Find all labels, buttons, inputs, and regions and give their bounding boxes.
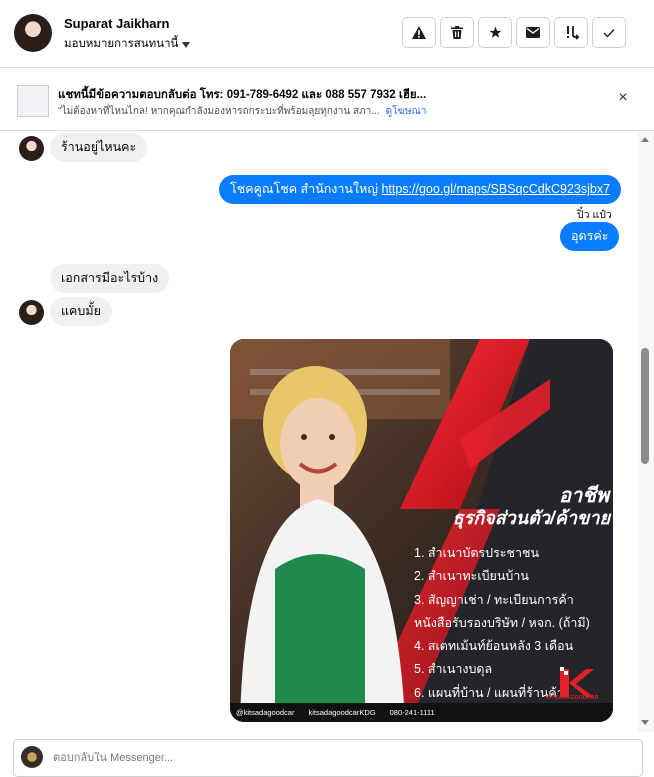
mark-done-button[interactable] bbox=[592, 17, 626, 48]
banner-title: แชทนี้มีข้อความตอบกลับต่อ โทร: 091-789-6… bbox=[58, 89, 427, 101]
view-ad-link[interactable]: ดูโฆษณา bbox=[386, 106, 427, 117]
conversation-header: Suparat Jaikharn มอบหมายการสนทนานี้ bbox=[0, 0, 654, 68]
document-item: หนังสือรับรองบริษัท / หจก. (ถ้ามี) bbox=[414, 615, 590, 630]
logo-text: KITSADAGOODCAR bbox=[546, 695, 599, 701]
contact-avatar-small bbox=[19, 300, 44, 325]
contact-avatar-small bbox=[19, 136, 44, 161]
delete-button[interactable] bbox=[440, 17, 474, 48]
warning-icon bbox=[412, 26, 426, 39]
facebook-handle: kitsadagoodcarKDG bbox=[308, 708, 376, 717]
ad-subtitle: ธุรกิจส่วนตัว/ค้าขาย bbox=[452, 508, 610, 528]
mark-spam-button[interactable] bbox=[402, 17, 436, 48]
incoming-message: เอกสารมีอะไรบ้าง bbox=[50, 264, 170, 293]
outgoing-message: อุดรค่ะ bbox=[560, 222, 620, 251]
contact-name[interactable]: Suparat Jaikharn bbox=[64, 16, 170, 31]
mail-icon bbox=[526, 27, 540, 38]
trash-icon bbox=[451, 26, 463, 39]
ad-image-message[interactable]: อาชีพ ธุรกิจส่วนตัว/ค้าขาย 1. สำเนาบัตรป… bbox=[230, 339, 613, 722]
document-item: 4. สเตทเม้นท์ย้อนหลัง 3 เดือน bbox=[414, 639, 574, 654]
incoming-message: ร้านอยู่ไหนคะ bbox=[50, 133, 148, 162]
document-item: 2. สำเนาทะเบียนบ้าน bbox=[414, 569, 529, 584]
follow-up-button[interactable] bbox=[554, 17, 588, 48]
sender-name: ปิ๋ว แป๋ว bbox=[577, 209, 612, 221]
scroll-up-arrow-icon[interactable] bbox=[641, 137, 649, 142]
page-avatar bbox=[21, 746, 43, 768]
ad-thumbnail[interactable] bbox=[17, 85, 49, 117]
caret-down-icon bbox=[182, 41, 191, 48]
incoming-message: แคบมั้ย bbox=[50, 297, 112, 326]
document-item: 1. สำเนาบัตรประชาชน bbox=[414, 546, 540, 560]
scroll-down-arrow-icon[interactable] bbox=[641, 720, 649, 725]
line-handle: @kitsadagoodcar bbox=[236, 708, 295, 717]
phone-number: 080-241-1111 bbox=[389, 708, 435, 717]
banner-subtitle: "ไม่ต้องหาที่ไหนไกล! หากคุณกำลังมองหารถก… bbox=[58, 104, 426, 119]
maps-link[interactable]: https://goo.gl/maps/SBSqcCdkC923sjbx7 bbox=[381, 182, 610, 196]
star-button[interactable] bbox=[478, 17, 512, 48]
ad-context-banner: แชทนี้มีข้อความตอบกลับต่อ โทร: 091-789-6… bbox=[0, 69, 654, 131]
follow-up-icon bbox=[566, 25, 579, 40]
message-text: โชคคูณโชค สำนักงานใหญ่ bbox=[230, 182, 382, 196]
reply-input[interactable] bbox=[53, 752, 613, 764]
assign-conversation-label: มอบหมายการสนทนานี้ bbox=[64, 38, 179, 50]
assign-conversation-dropdown[interactable]: มอบหมายการสนทนานี้ bbox=[64, 35, 191, 53]
document-item: 3. สัญญาเช่า / ทะเบียนการค้า bbox=[414, 592, 574, 607]
close-icon[interactable]: × bbox=[615, 90, 631, 106]
ad-footer: @kitsadagoodcar kitsadagoodcarKDG 080-24… bbox=[230, 703, 613, 722]
check-icon bbox=[603, 28, 615, 38]
banner-subtitle-text: "ไม่ต้องหาที่ไหนไกล! หากคุณกำลังมองหารถก… bbox=[58, 106, 380, 117]
contact-avatar[interactable] bbox=[14, 14, 52, 52]
scrollbar-thumb[interactable] bbox=[641, 348, 649, 464]
outgoing-message: โชคคูณโชค สำนักงานใหญ่ https://goo.gl/ma… bbox=[219, 175, 622, 204]
mark-unread-button[interactable] bbox=[516, 17, 550, 48]
star-icon bbox=[489, 26, 501, 38]
